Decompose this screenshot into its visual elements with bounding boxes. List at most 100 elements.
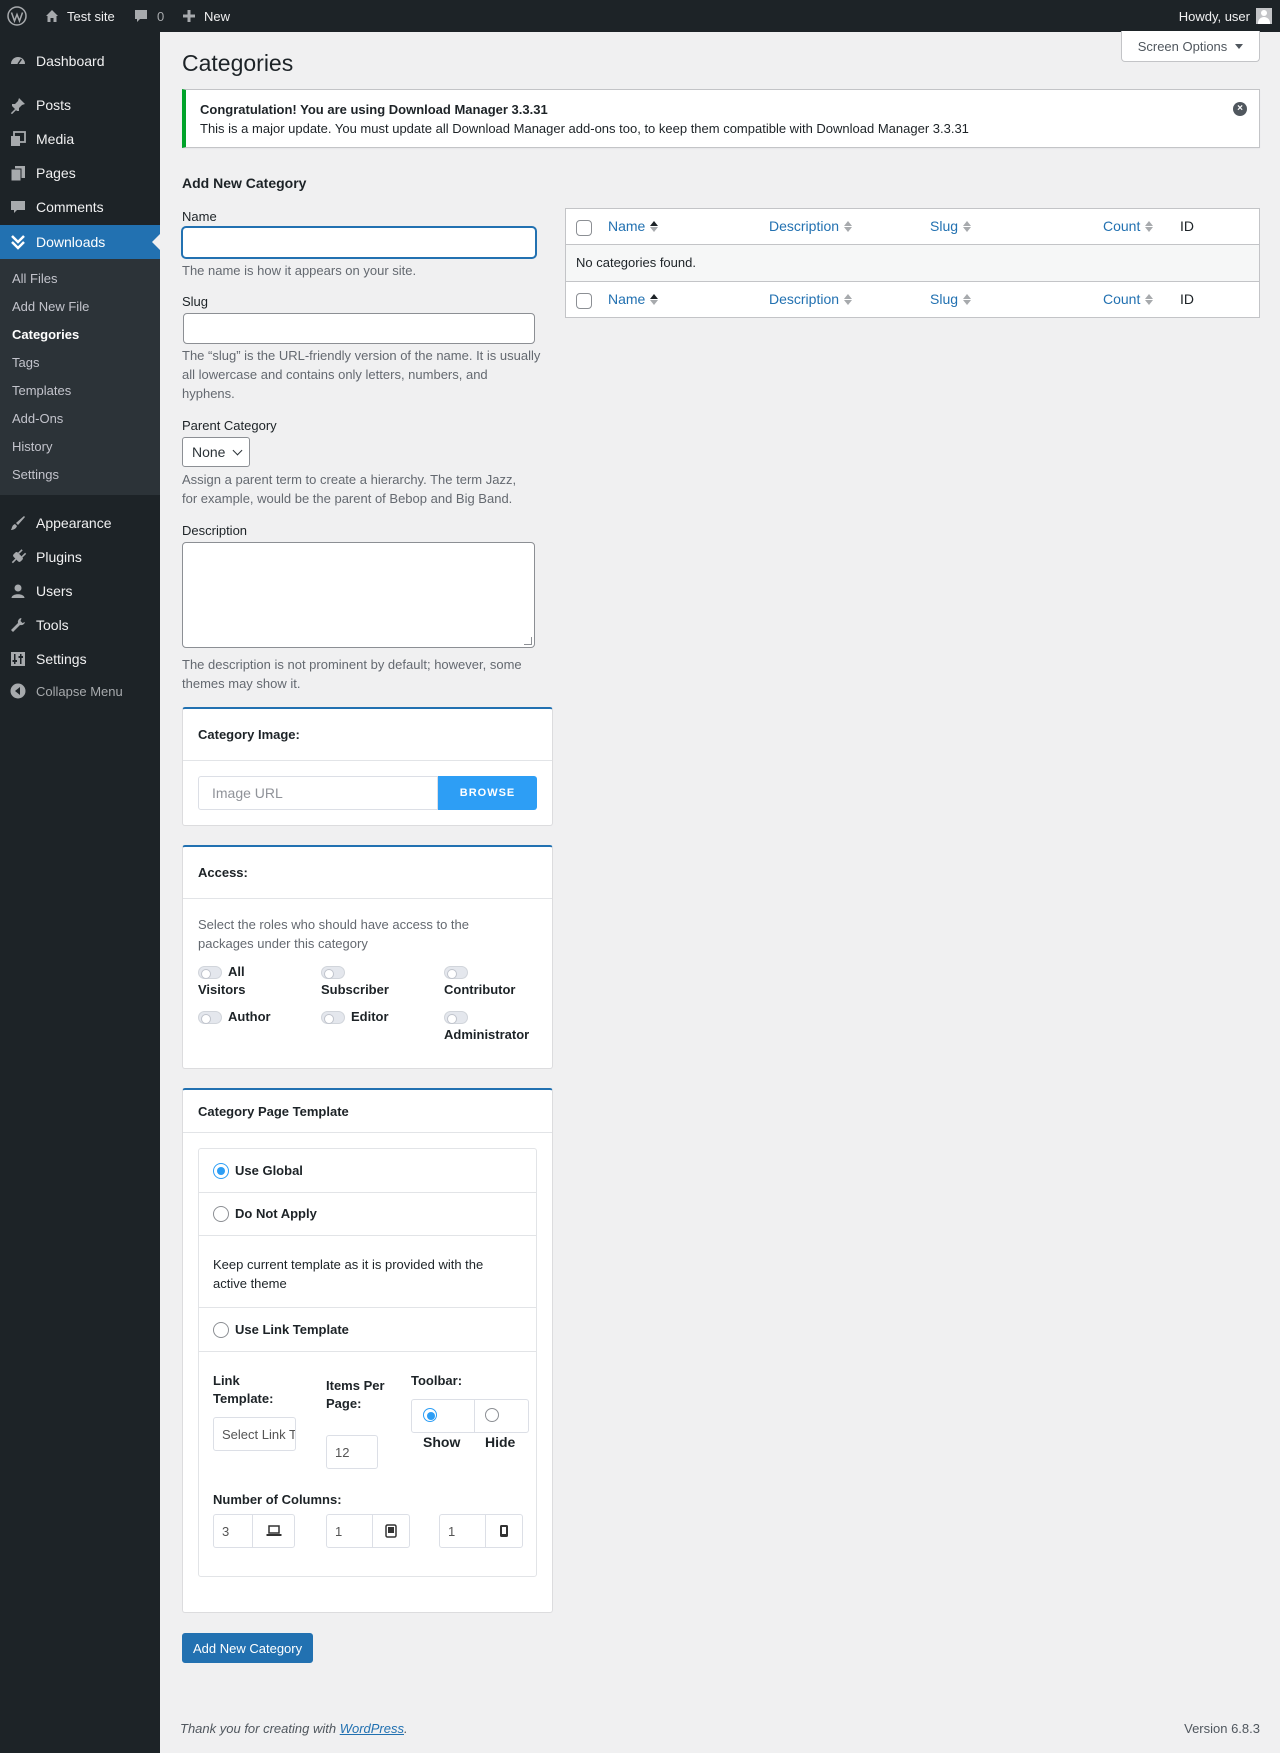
columns-mobile-input[interactable]: 1: [439, 1514, 486, 1548]
column-footer-slug[interactable]: Slug: [930, 291, 972, 307]
sidebar-item-tools[interactable]: Tools: [0, 608, 160, 642]
toolbar-show-label: Show: [423, 1434, 461, 1450]
items-per-page-label: Items Per Page:: [326, 1378, 385, 1411]
toggle-author[interactable]: [198, 1011, 222, 1024]
wrench-icon: [0, 616, 36, 634]
comments-link[interactable]: 0: [133, 0, 164, 32]
template-options-box: Use Global Do Not Apply Keep current tem…: [198, 1148, 537, 1577]
column-footer-description[interactable]: Description: [769, 291, 853, 307]
comment-icon: [0, 198, 36, 216]
new-label: New: [204, 8, 231, 24]
comments-count: 0: [157, 8, 165, 24]
collapse-menu-button[interactable]: Collapse Menu: [0, 674, 160, 708]
access-title: Access:: [183, 847, 552, 899]
submenu-item-tags[interactable]: Tags: [12, 355, 39, 370]
toolbar-hide-radio[interactable]: [485, 1408, 499, 1422]
wordpress-version: Version 6.8.3: [1184, 1721, 1260, 1736]
slug-input[interactable]: [183, 313, 535, 344]
category-image-panel: Category Image: Image URL BROWSE: [182, 707, 553, 826]
toggle-administrator[interactable]: [444, 1011, 468, 1024]
column-header-description[interactable]: Description: [769, 218, 853, 234]
sidebar-item-pages[interactable]: Pages: [0, 156, 160, 190]
browse-button[interactable]: BROWSE: [438, 776, 537, 810]
option-do-not-apply[interactable]: Do Not Apply: [199, 1193, 536, 1236]
footer-thanks: Thank you for creating with WordPress.: [180, 1721, 408, 1736]
sort-icon: [844, 220, 853, 232]
media-icon: [0, 130, 36, 148]
resize-handle[interactable]: [524, 637, 532, 645]
select-all-checkbox-footer[interactable]: [576, 293, 592, 309]
column-footer-name[interactable]: Name: [608, 291, 659, 307]
site-home-link[interactable]: Test site: [44, 0, 115, 32]
submenu-item-add-new-file[interactable]: Add New File: [12, 299, 89, 314]
sidebar-item-users[interactable]: Users: [0, 574, 160, 608]
screen-options-button[interactable]: Screen Options: [1121, 31, 1260, 62]
plugin-icon: [0, 548, 36, 566]
sort-icon: [963, 220, 972, 232]
option-use-global[interactable]: Use Global: [199, 1149, 536, 1193]
pages-icon: [0, 164, 36, 182]
my-account-link[interactable]: Howdy, user: [1179, 0, 1272, 32]
chevron-down-icon: [232, 445, 243, 456]
downloads-submenu: All Files Add New File Categories Tags T…: [0, 259, 160, 495]
column-header-count[interactable]: Count: [1103, 218, 1154, 234]
items-per-page-input[interactable]: 12: [326, 1435, 378, 1469]
role-editor: Editor: [351, 1009, 389, 1024]
comment-icon: [133, 8, 149, 24]
sidebar-item-appearance[interactable]: Appearance: [0, 506, 160, 540]
column-header-name[interactable]: Name: [608, 218, 659, 234]
select-all-checkbox[interactable]: [576, 220, 592, 236]
sidebar-item-posts[interactable]: Posts: [0, 88, 160, 122]
table-header-row: Name Description Slug Count ID: [566, 209, 1259, 245]
wordpress-link[interactable]: WordPress: [340, 1721, 404, 1736]
submenu-item-templates[interactable]: Templates: [12, 383, 71, 398]
toggle-editor[interactable]: [321, 1011, 345, 1024]
add-new-category-heading: Add New Category: [182, 175, 307, 191]
link-template-select[interactable]: Select Link Template: [213, 1417, 296, 1451]
wordpress-logo-icon[interactable]: [7, 0, 27, 32]
toggle-subscriber[interactable]: [321, 966, 345, 979]
new-content-link[interactable]: New: [182, 0, 230, 32]
add-new-category-button[interactable]: Add New Category: [182, 1633, 314, 1663]
toggle-contributor[interactable]: [444, 966, 468, 979]
template-panel-title: Category Page Template: [183, 1090, 552, 1133]
link-template-label: Link Template:: [213, 1373, 274, 1406]
submenu-item-settings[interactable]: Settings: [12, 467, 59, 482]
name-input[interactable]: [182, 227, 536, 258]
sidebar-item-downloads[interactable]: Downloads: [0, 225, 160, 259]
submenu-item-categories[interactable]: Categories: [12, 327, 79, 342]
use-global-radio[interactable]: [213, 1163, 229, 1179]
option-use-link-template[interactable]: Use Link Template: [199, 1308, 536, 1352]
admin-bar: Test site 0 New Howdy, user: [0, 0, 1280, 32]
sidebar-item-media[interactable]: Media: [0, 122, 160, 156]
column-header-slug[interactable]: Slug: [930, 218, 972, 234]
sidebar-item-comments[interactable]: Comments: [0, 190, 160, 224]
image-url-input[interactable]: Image URL: [198, 776, 438, 810]
sort-icon: [650, 293, 659, 305]
submenu-item-history[interactable]: History: [12, 439, 52, 454]
columns-desktop-input[interactable]: 3: [213, 1514, 253, 1548]
settings-icon: [0, 650, 36, 668]
submenu-item-all-files[interactable]: All Files: [12, 271, 58, 286]
admin-sidebar: Dashboard Posts Media Pages Comments Dow…: [0, 32, 160, 1753]
sidebar-item-dashboard[interactable]: Dashboard: [0, 44, 160, 78]
brush-icon: [0, 514, 36, 532]
description-textarea[interactable]: [182, 542, 535, 648]
dismiss-icon[interactable]: ×: [1233, 102, 1247, 116]
caret-down-icon: [1235, 43, 1244, 49]
sidebar-item-plugins[interactable]: Plugins: [0, 540, 160, 574]
submenu-item-add-ons[interactable]: Add-Ons: [12, 411, 63, 426]
sidebar-item-settings[interactable]: Settings: [0, 642, 160, 676]
column-footer-count[interactable]: Count: [1103, 291, 1154, 307]
use-link-template-radio[interactable]: [213, 1322, 229, 1338]
column-footer-id: ID: [1180, 291, 1194, 307]
parent-category-select[interactable]: None: [182, 437, 250, 467]
column-header-id: ID: [1180, 218, 1194, 234]
columns-tablet-input[interactable]: 1: [326, 1514, 373, 1548]
role-all-visitors: All Visitors: [198, 964, 246, 997]
sort-icon: [650, 220, 659, 232]
toolbar-show-radio[interactable]: [423, 1408, 437, 1422]
howdy-text: Howdy, user: [1178, 8, 1250, 24]
avatar: [1256, 8, 1272, 24]
do-not-apply-radio[interactable]: [213, 1206, 229, 1222]
